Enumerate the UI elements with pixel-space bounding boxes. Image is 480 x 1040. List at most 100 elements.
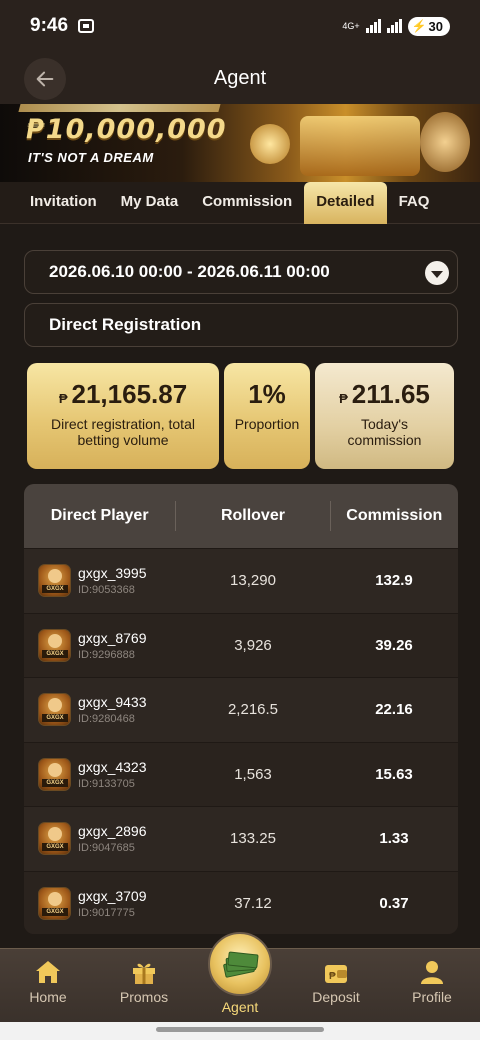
table-row[interactable]: GXGX gxgx_8769 ID:9296888 3,926 39.26 bbox=[24, 612, 458, 677]
table-row[interactable]: GXGX gxgx_9433 ID:9280468 2,216.5 22.16 bbox=[24, 677, 458, 742]
date-range-selector[interactable]: 2026.06.10 00:00 - 2026.06.11 00:00 bbox=[24, 250, 458, 294]
avatar: GXGX bbox=[38, 822, 71, 856]
signal-icon-2 bbox=[386, 19, 402, 33]
promo-banner[interactable]: ₱10,000,000 IT'S NOT A DREAM bbox=[0, 104, 480, 182]
agent-center-button[interactable] bbox=[208, 932, 272, 996]
date-range-text: 2026.06.10 00:00 - 2026.06.11 00:00 bbox=[49, 262, 330, 281]
page-title: Agent bbox=[213, 66, 267, 89]
betting-volume-label: Direct registration, total betting volum… bbox=[51, 416, 195, 448]
registration-type-selector[interactable]: Direct Registration bbox=[24, 303, 458, 347]
proportion-label: Proportion bbox=[234, 416, 300, 432]
player-id: ID:9053368 bbox=[78, 584, 135, 597]
home-icon bbox=[36, 961, 60, 983]
nav-deposit[interactable]: ₱ Deposit bbox=[288, 949, 384, 1022]
rollover-value: 2,216.5 bbox=[227, 701, 279, 719]
status-time: 9:46 bbox=[30, 15, 69, 36]
tab-invitation[interactable]: Invitation bbox=[18, 182, 109, 224]
battery-indicator: ⚡ 30 bbox=[407, 16, 450, 36]
avatar-tag: GXGX bbox=[42, 778, 68, 787]
avatar: GXGX bbox=[38, 757, 71, 791]
treasure-chest-image bbox=[300, 116, 420, 176]
today-commission-label: Today's commission bbox=[347, 416, 422, 448]
nav-home[interactable]: Home bbox=[0, 949, 96, 1022]
app-header: Agent bbox=[0, 52, 480, 104]
home-gesture-bar[interactable] bbox=[156, 1027, 324, 1032]
svg-text:₱: ₱ bbox=[329, 971, 336, 982]
coin-decoration bbox=[250, 124, 290, 164]
tab-detailed[interactable]: Detailed bbox=[304, 181, 387, 224]
avatar: GXGX bbox=[38, 693, 71, 727]
table-row[interactable]: GXGX gxgx_4323 ID:9133705 1,563 15.63 bbox=[24, 741, 458, 806]
player-cell: GXGX gxgx_2896 ID:9047685 bbox=[24, 822, 176, 856]
player-cell: GXGX gxgx_9433 ID:9280468 bbox=[24, 693, 176, 727]
wallet-icon: ₱ bbox=[325, 965, 347, 983]
nav-label-deposit: Deposit bbox=[312, 989, 360, 1005]
tab-my-data[interactable]: My Data bbox=[109, 182, 191, 224]
player-name: gxgx_3995 bbox=[78, 565, 147, 582]
peso-icon: ₱ bbox=[58, 391, 68, 406]
player-id: ID:9280468 bbox=[78, 713, 135, 726]
commission-value: 0.37 bbox=[379, 894, 409, 912]
charging-icon: ⚡ bbox=[411, 19, 427, 33]
commission-value: 15.63 bbox=[375, 765, 413, 783]
player-cell: GXGX gxgx_3995 ID:9053368 bbox=[24, 564, 176, 598]
chevron-down-icon[interactable] bbox=[425, 261, 449, 285]
player-name: gxgx_2896 bbox=[78, 823, 147, 840]
proportion-card: 1% Proportion bbox=[224, 363, 310, 469]
player-cell: GXGX gxgx_3709 ID:9017775 bbox=[24, 886, 176, 920]
nav-label-agent: Agent bbox=[221, 999, 259, 1015]
screen-record-icon bbox=[78, 19, 95, 33]
avatar: GXGX bbox=[38, 628, 71, 662]
avatar: GXGX bbox=[38, 564, 71, 598]
player-id: ID:9047685 bbox=[78, 842, 135, 855]
column-header-commission: Commission bbox=[346, 507, 443, 524]
table-header: Direct Player Rollover Commission bbox=[24, 484, 458, 548]
commission-value: 22.16 bbox=[375, 701, 413, 719]
nav-label-home: Home bbox=[29, 989, 67, 1005]
player-id: ID:9133705 bbox=[78, 777, 135, 790]
avatar-tag: GXGX bbox=[42, 843, 68, 852]
avatar-tag: GXGX bbox=[42, 714, 68, 723]
nav-profile[interactable]: Profile bbox=[384, 949, 480, 1022]
avatar: GXGX bbox=[38, 886, 71, 920]
tab-faq[interactable]: FAQ bbox=[387, 182, 442, 224]
status-bar: 9:46 4G+ ⚡ 30 bbox=[0, 0, 480, 52]
proportion-value-row: 1% bbox=[224, 379, 310, 410]
peso-icon: ₱ bbox=[339, 391, 348, 406]
coin-decoration bbox=[420, 112, 470, 172]
column-header-direct-player: Direct Player bbox=[50, 507, 149, 524]
nav-label-promos: Promos bbox=[119, 989, 169, 1005]
signal-icon bbox=[365, 19, 381, 33]
table-row[interactable]: GXGX gxgx_3995 ID:9053368 13,290 132.9 bbox=[24, 548, 458, 613]
player-name: gxgx_8769 bbox=[78, 629, 147, 646]
battery-level: 30 bbox=[428, 18, 443, 34]
table-row[interactable]: GXGX gxgx_3709 ID:9017775 37.12 0.37 bbox=[24, 870, 458, 934]
network-type: 4G+ bbox=[342, 20, 360, 31]
back-button[interactable] bbox=[24, 58, 66, 100]
rollover-value: 133.25 bbox=[230, 830, 276, 848]
avatar-tag: GXGX bbox=[42, 907, 68, 916]
person-icon bbox=[421, 961, 443, 984]
tab-commission[interactable]: Commission bbox=[190, 182, 304, 224]
player-id: ID:9296888 bbox=[78, 648, 135, 661]
today-commission-card: ₱ 211.65 Today's commission bbox=[315, 363, 454, 469]
gift-icon bbox=[133, 963, 155, 984]
direct-player-table: Direct Player Rollover Commission GXGX g… bbox=[24, 484, 458, 934]
nav-promos[interactable]: Promos bbox=[96, 949, 192, 1022]
avatar-tag: GXGX bbox=[42, 585, 68, 594]
rollover-value: 1,563 bbox=[234, 765, 272, 783]
player-cell: GXGX gxgx_4323 ID:9133705 bbox=[24, 757, 176, 791]
tab-bar: Invitation My Data Commission Detailed F… bbox=[0, 181, 480, 224]
cash-stack-icon bbox=[222, 951, 259, 978]
betting-volume-value-row: ₱ 21,165.87 bbox=[27, 379, 219, 410]
today-commission-value-row: ₱ 211.65 bbox=[315, 379, 454, 410]
commission-value: 1.33 bbox=[379, 830, 409, 848]
rollover-value: 13,290 bbox=[230, 572, 276, 590]
betting-volume-card: ₱ 21,165.87 Direct registration, total b… bbox=[27, 363, 219, 469]
today-commission-value: 211.65 bbox=[351, 379, 430, 409]
table-row[interactable]: GXGX gxgx_2896 ID:9047685 133.25 1.33 bbox=[24, 806, 458, 871]
proportion-value: 1% bbox=[248, 379, 286, 409]
table-body[interactable]: GXGX gxgx_3995 ID:9053368 13,290 132.9 GX… bbox=[24, 548, 458, 934]
banner-ribbon bbox=[18, 104, 222, 112]
player-cell: GXGX gxgx_8769 ID:9296888 bbox=[24, 628, 176, 662]
